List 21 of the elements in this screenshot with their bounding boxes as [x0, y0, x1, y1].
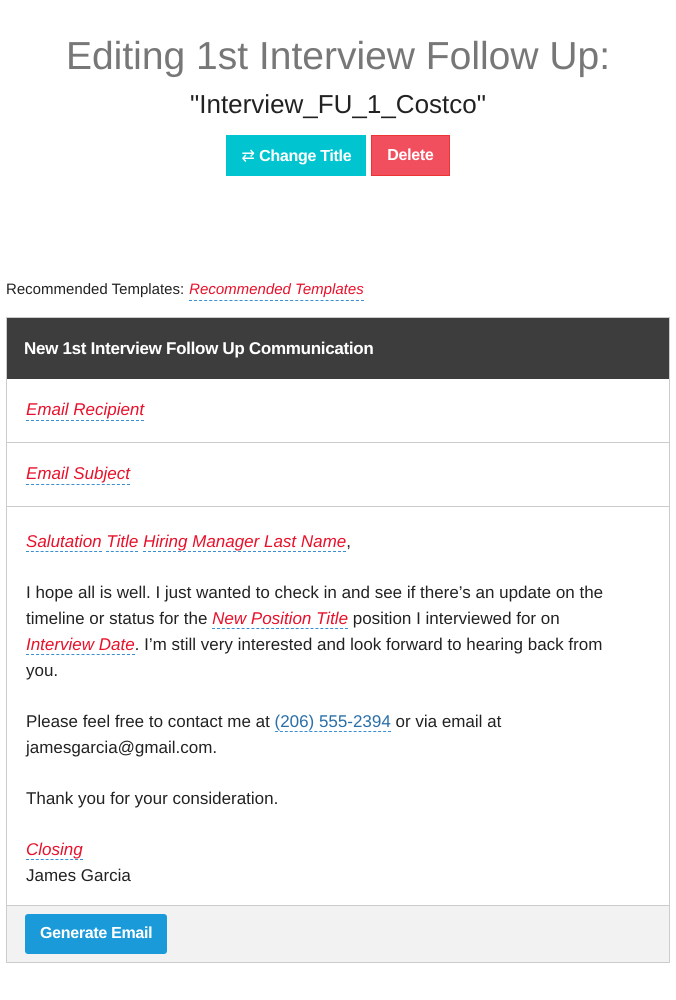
email-paragraph: Please feel free to contact me at (206) 555-2394 or via email at jamesgarcia@gmail.com. — [26, 711, 502, 759]
placeholder-link[interactable]: Hiring Manager Last Name — [143, 532, 346, 552]
delete-button[interactable]: Delete — [371, 135, 450, 176]
placeholder-link[interactable]: Title — [106, 532, 138, 552]
card-title: New 1st Interview Follow Up Communication — [24, 338, 374, 358]
email-paragraph: I hope all is well. I just wanted to check in and see if there’s an update on the timeline or status for the New Position Title position I interviewed for on Interview Date. I’m still very interested and look forward to hearing back from you. — [26, 582, 604, 682]
placeholder-link[interactable]: Interview Date — [26, 635, 135, 655]
field-placeholder-link[interactable]: Email Recipient — [26, 400, 144, 421]
email-paragraph: Thank you for your consideration. — [26, 788, 280, 810]
recommended-templates-link[interactable]: Recommended Templates — [189, 280, 364, 301]
phone-link[interactable]: (206) 555-2394 — [274, 712, 391, 732]
template-name: "Interview_FU_1_Costco" — [189, 88, 487, 121]
placeholder-link[interactable]: Salutation — [26, 532, 102, 552]
placeholder-link[interactable]: New Position Title — [212, 609, 348, 629]
field-placeholder-link[interactable]: Email Subject — [26, 464, 130, 485]
email-paragraph: Salutation Title Hiring Manager Last Name, — [26, 531, 352, 554]
generate-email-button[interactable]: Generate Email — [25, 914, 168, 954]
recommended-label: Recommended Templates: — [6, 280, 184, 300]
placeholder-link[interactable]: Closing — [26, 840, 83, 860]
page-title: Editing 1st Interview Follow Up: — [64, 34, 612, 80]
email-paragraph: Closing James Garcia — [26, 839, 132, 887]
